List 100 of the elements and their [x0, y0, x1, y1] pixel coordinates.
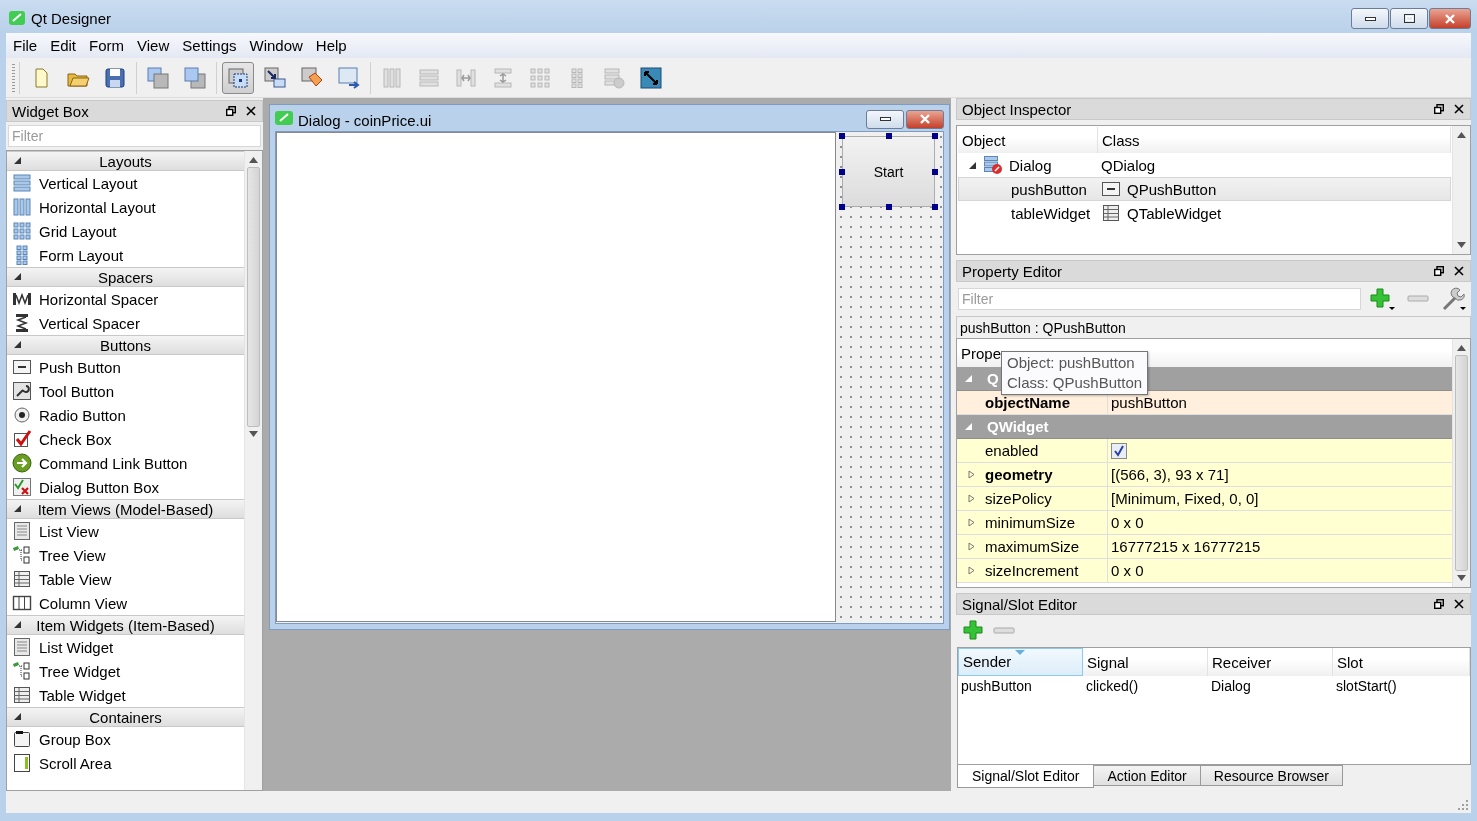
close-button[interactable] — [1452, 597, 1466, 611]
scrollbar[interactable] — [1452, 126, 1470, 254]
widget-item[interactable]: List View — [7, 519, 244, 543]
widget-item[interactable]: Dialog Button Box — [7, 475, 244, 499]
widget-item[interactable]: Tool Button — [7, 379, 244, 403]
resize-handle[interactable] — [932, 133, 938, 139]
expander-icon[interactable] — [13, 504, 22, 513]
widget-item[interactable]: Grid Layout — [7, 219, 244, 243]
tree-row[interactable]: pushButton QPushButton — [958, 177, 1451, 201]
minimize-icon — [879, 117, 891, 121]
expander-icon[interactable] — [13, 712, 22, 721]
app-logo-icon — [9, 10, 25, 26]
tab[interactable]: Resource Browser — [1199, 765, 1343, 786]
widget-item[interactable]: Group Box — [7, 727, 244, 751]
resize-handle[interactable] — [932, 168, 938, 175]
scrollbar[interactable] — [244, 151, 262, 790]
widget-item[interactable]: Column View — [7, 591, 244, 615]
property-row[interactable]: minimumSize 0 x 0 — [957, 511, 1452, 535]
widget-item[interactable]: Horizontal Layout — [7, 195, 244, 219]
widget-item[interactable]: Table View — [7, 567, 244, 591]
resize-handle[interactable] — [839, 168, 845, 175]
tab[interactable]: Signal/Slot Editor — [957, 765, 1095, 788]
category-header[interactable]: Buttons — [7, 335, 244, 355]
widget-item[interactable]: Push Button — [7, 355, 244, 379]
menu-item[interactable]: Help — [308, 35, 353, 56]
expander-icon[interactable] — [13, 620, 22, 629]
widget-item[interactable]: Radio Button — [7, 403, 244, 427]
widget-item[interactable]: Scroll Area — [7, 751, 244, 775]
list-icon — [12, 521, 32, 541]
tree-row[interactable]: Dialog QDialog — [958, 153, 1451, 177]
tree-row[interactable]: tableWidget QTableWidget — [958, 201, 1451, 225]
edit-widgets-button[interactable] — [222, 61, 254, 94]
column-header[interactable]: Slot — [1333, 648, 1470, 676]
resize-handle[interactable] — [885, 204, 892, 210]
category-header[interactable]: Containers — [7, 707, 244, 727]
property-row[interactable]: objectName pushButton — [957, 391, 1452, 415]
menu-item[interactable]: File — [6, 35, 44, 56]
start-button[interactable]: Start — [842, 136, 935, 207]
scrollbar[interactable] — [1452, 339, 1470, 587]
resize-handle[interactable] — [839, 204, 845, 210]
float-button[interactable] — [1432, 102, 1446, 116]
menu-item[interactable]: Settings — [175, 35, 243, 56]
maximize-button[interactable] — [1390, 8, 1428, 29]
widget-item[interactable]: Horizontal Spacer — [7, 287, 244, 311]
float-button[interactable] — [224, 104, 238, 118]
close-button[interactable] — [244, 104, 258, 118]
widget-item[interactable]: Vertical Spacer — [7, 311, 244, 335]
expander-icon[interactable] — [13, 272, 22, 281]
property-row[interactable]: geometry [(566, 3), 93 x 71] — [957, 463, 1452, 487]
column-header[interactable]: Signal — [1083, 648, 1208, 676]
resize-handle[interactable] — [839, 133, 845, 139]
menu-item[interactable]: Edit — [43, 35, 83, 56]
property-row[interactable]: sizeIncrement 0 x 0 — [957, 559, 1452, 583]
property-row[interactable]: sizePolicy [Minimum, Fixed, 0, 0] — [957, 487, 1452, 511]
widget-item[interactable]: Vertical Layout — [7, 171, 244, 195]
close-button[interactable] — [1452, 264, 1466, 278]
add-property-button[interactable] — [1367, 286, 1397, 312]
column-header[interactable]: Prope — [961, 344, 1002, 362]
menu-item[interactable]: Window — [242, 35, 309, 56]
scroll-down-icon[interactable] — [1457, 575, 1466, 581]
column-header[interactable]: Class — [1098, 127, 1451, 153]
filter-field[interactable]: Filter — [958, 288, 1361, 310]
property-row[interactable]: enabled — [957, 439, 1452, 463]
resize-handle[interactable] — [932, 204, 938, 210]
float-button[interactable] — [1432, 597, 1446, 611]
property-row[interactable]: maximumSize 16777215 x 16777215 — [957, 535, 1452, 559]
widget-item[interactable]: Tree View — [7, 543, 244, 567]
widget-item[interactable]: Tree Widget — [7, 659, 244, 683]
category-header[interactable]: Layouts — [7, 151, 244, 171]
close-icon — [1454, 599, 1464, 609]
expander-icon[interactable] — [13, 340, 22, 349]
column-header[interactable]: Receiver — [1208, 648, 1333, 676]
float-button[interactable] — [1432, 264, 1446, 278]
category-header[interactable]: Spacers — [7, 267, 244, 287]
category-header[interactable]: Item Widgets (Item-Based) — [7, 615, 244, 635]
arrow-circle-icon — [12, 453, 32, 473]
scroll-up-icon[interactable] — [249, 157, 258, 163]
widget-item[interactable]: Check Box — [7, 427, 244, 451]
tab[interactable]: Action Editor — [1093, 765, 1201, 786]
scroll-up-icon[interactable] — [1457, 345, 1466, 351]
filter-field[interactable]: Filter — [8, 125, 261, 147]
class-name: QPushButton — [1127, 180, 1217, 198]
expander-icon[interactable] — [13, 156, 22, 165]
column-header[interactable]: Sender — [958, 648, 1083, 676]
scroll-down-icon[interactable] — [1457, 242, 1466, 248]
menu-item[interactable]: View — [130, 35, 176, 56]
minimize-button[interactable] — [1351, 8, 1389, 29]
column-header[interactable]: Object — [958, 127, 1098, 153]
widget-item[interactable]: List Widget — [7, 635, 244, 659]
category-header[interactable]: Item Views (Model-Based) — [7, 499, 244, 519]
expander-icon[interactable] — [968, 160, 977, 170]
widget-item[interactable]: Command Link Button — [7, 451, 244, 475]
widget-item[interactable]: Form Layout — [7, 243, 244, 267]
resize-handle[interactable] — [885, 133, 892, 139]
menu-item[interactable]: Form — [82, 35, 131, 56]
scroll-up-icon[interactable] — [1457, 132, 1466, 138]
scroll-down-icon[interactable] — [249, 431, 258, 437]
minimize-button[interactable] — [866, 109, 904, 129]
close-button[interactable] — [1452, 102, 1466, 116]
widget-item[interactable]: Table Widget — [7, 683, 244, 707]
